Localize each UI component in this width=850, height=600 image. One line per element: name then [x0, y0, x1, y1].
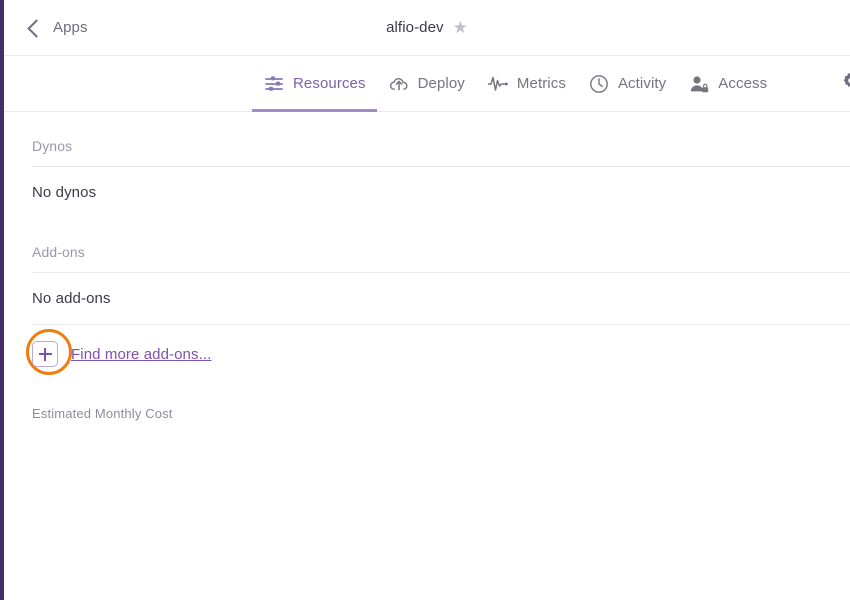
pulse-icon [487, 73, 509, 95]
tab-list: Resources Deploy Metrics Activity Access [252, 56, 778, 112]
chevron-left-icon [27, 18, 46, 38]
tab-deploy[interactable]: Deploy [377, 56, 476, 111]
tab-label: Activity [617, 75, 667, 92]
tab-metrics[interactable]: Metrics [476, 56, 577, 111]
section-divider [32, 324, 850, 325]
section-heading: Dynos [32, 138, 73, 154]
tab-label: Metrics [516, 75, 566, 92]
tab-activity[interactable]: Activity [577, 56, 677, 111]
user-lock-icon [688, 73, 710, 95]
add-addon-button[interactable] [32, 341, 58, 367]
app-title-group: alfio-dev ★ [4, 0, 850, 55]
plus-icon-vertical [44, 347, 46, 361]
cloud-upload-icon [388, 73, 410, 95]
app-page: Apps alfio-dev ★ Resources Deploy Metric… [4, 0, 850, 600]
top-bar: Apps alfio-dev ★ [4, 0, 850, 56]
settings-button[interactable] [841, 56, 850, 111]
back-to-apps-link[interactable]: Apps [27, 0, 88, 55]
back-to-apps-label: Apps [53, 19, 88, 36]
gear-icon [841, 71, 850, 96]
tab-bar: Resources Deploy Metrics Activity Access [4, 56, 850, 112]
sliders-icon [263, 73, 285, 95]
tab-label: Resources [293, 75, 366, 92]
find-more-addons-link[interactable]: Find more add-ons... [71, 346, 211, 363]
section-heading: Add-ons [32, 244, 85, 260]
clock-icon [588, 73, 610, 95]
resources-content: Dynos No dynos Add-ons No add-ons Find m… [4, 112, 850, 421]
tab-label: Access [718, 75, 768, 92]
section-addons: Add-ons No add-ons [4, 218, 850, 325]
addons-empty-state: No add-ons [32, 290, 111, 307]
left-accent-rail [0, 0, 4, 600]
tab-label: Deploy [417, 75, 465, 92]
addon-action-row: Find more add-ons... [4, 329, 850, 376]
tab-access[interactable]: Access [677, 56, 778, 111]
page-title: alfio-dev [386, 19, 444, 36]
section-dynos: Dynos No dynos [4, 112, 850, 218]
estimated-monthly-cost-label: Estimated Monthly Cost [32, 406, 173, 421]
star-icon[interactable]: ★ [453, 19, 468, 36]
tab-resources[interactable]: Resources [252, 56, 377, 112]
dynos-empty-state: No dynos [32, 184, 97, 201]
